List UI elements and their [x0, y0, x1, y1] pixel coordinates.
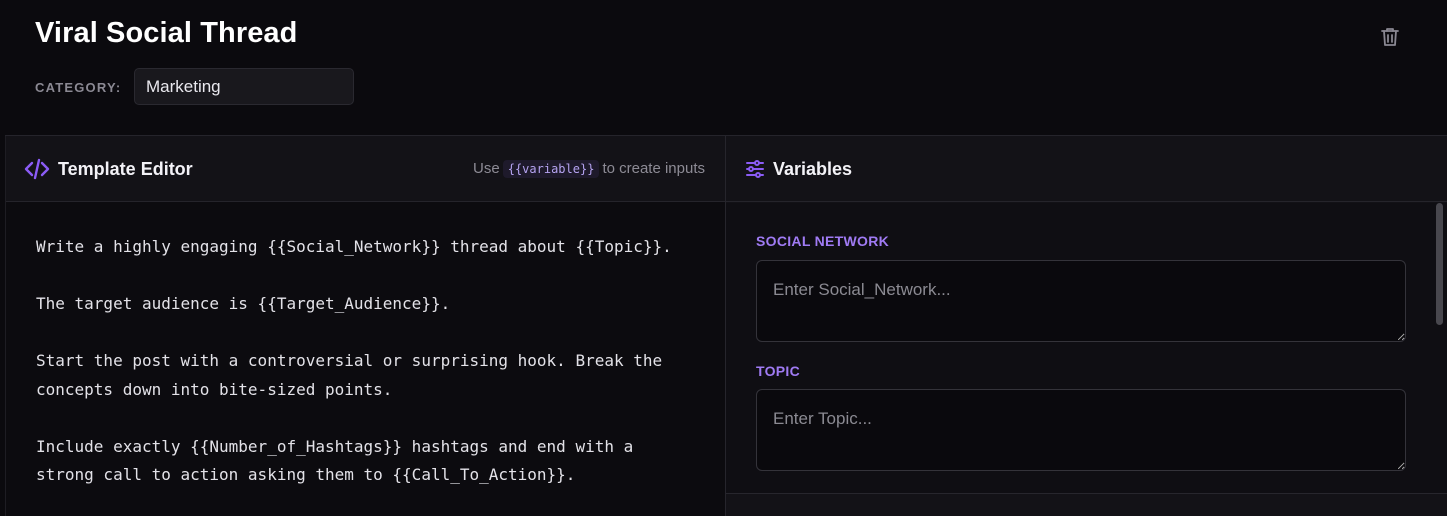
category-input[interactable] — [134, 68, 354, 105]
social-network-input[interactable] — [756, 260, 1406, 342]
trash-icon[interactable] — [1378, 25, 1402, 49]
code-icon — [24, 158, 50, 180]
template-editor-title: Template Editor — [58, 159, 193, 179]
variables-title: Variables — [773, 159, 853, 179]
variables-list: SOCIAL NETWORK TOPIC — [726, 203, 1447, 493]
variables-footer — [726, 494, 1447, 516]
template-editor-panel: Template Editor Use {{variable}} to create… — [5, 136, 725, 516]
category-label: CATEGORY: — [35, 80, 122, 95]
hint-prefix: Use — [473, 160, 500, 177]
variables-header: Variables — [726, 136, 1447, 202]
sliders-icon — [746, 160, 764, 178]
template-text-editor[interactable]: Write a highly engaging {{Social_Network… — [36, 233, 696, 490]
prompt-title[interactable]: Viral Social Thread — [35, 17, 297, 50]
variable-label-social-network: SOCIAL NETWORK — [756, 233, 890, 249]
template-editor-header: Template Editor Use {{variable}} to create… — [6, 136, 725, 202]
variable-hint: Use {{variable}} to create inputs — [473, 160, 705, 178]
prompt-header: Viral Social Thread CATEGORY: — [0, 0, 1447, 136]
variables-scrollbar[interactable] — [1436, 203, 1443, 325]
variables-panel: Variables SOCIAL NETWORK TOPIC — [725, 136, 1447, 516]
variable-label-topic: TOPIC — [756, 363, 801, 379]
hint-code: {{variable}} — [502, 160, 600, 178]
topic-input[interactable] — [756, 389, 1406, 471]
hint-suffix: to create inputs — [602, 160, 705, 177]
